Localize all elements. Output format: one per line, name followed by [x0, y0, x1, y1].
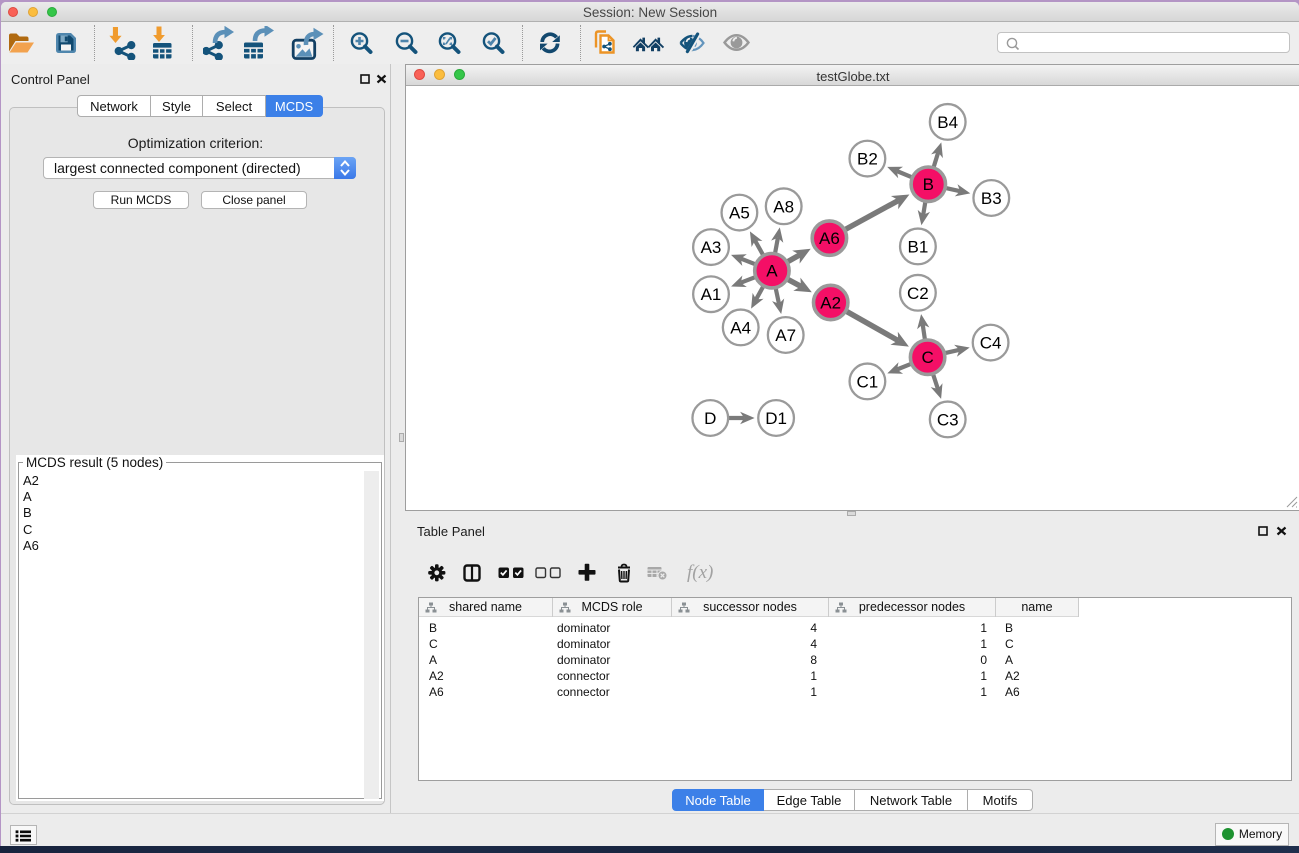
svg-text:C3: C3	[937, 410, 959, 429]
svg-text:D: D	[704, 409, 716, 428]
svg-text:A6: A6	[819, 229, 840, 248]
svg-text:B4: B4	[937, 113, 958, 132]
svg-text:A8: A8	[773, 197, 794, 216]
svg-text:C1: C1	[857, 372, 879, 391]
svg-text:C2: C2	[907, 284, 929, 303]
svg-text:D1: D1	[765, 409, 787, 428]
svg-text:B2: B2	[857, 150, 878, 169]
svg-text:A5: A5	[729, 204, 750, 223]
svg-text:A: A	[766, 262, 778, 281]
svg-text:B: B	[923, 175, 934, 194]
svg-text:A7: A7	[775, 326, 796, 345]
svg-text:B3: B3	[981, 189, 1002, 208]
svg-text:A2: A2	[820, 294, 841, 313]
svg-text:A4: A4	[730, 318, 751, 337]
svg-text:C: C	[921, 348, 933, 367]
svg-text:B1: B1	[908, 237, 929, 256]
svg-text:A3: A3	[701, 238, 722, 257]
svg-text:C4: C4	[980, 334, 1002, 353]
svg-text:A1: A1	[701, 285, 722, 304]
